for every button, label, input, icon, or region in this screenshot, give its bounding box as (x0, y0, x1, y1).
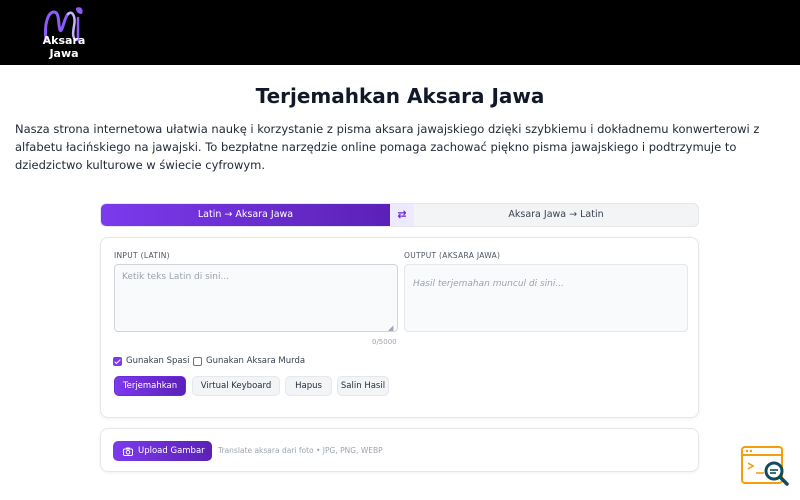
translator-card: INPUT (LATIN) OUTPUT (AKSARA JAWA) Ketik… (100, 237, 699, 418)
site-logo[interactable]: Aksara Jawa (28, 4, 100, 62)
checkbox-checked-icon[interactable] (113, 356, 122, 366)
clear-button[interactable]: Hapus (285, 376, 332, 396)
copy-result-button[interactable]: Salin Hasil (337, 376, 389, 396)
translate-button[interactable]: Terjemahkan (114, 376, 186, 396)
top-bar: Aksara Jawa (0, 0, 800, 65)
mode-switch: Latin → Aksara Jawa ⇄ Aksara Jawa → Lati… (100, 203, 699, 227)
upload-image-label: Upload Gambar (138, 446, 205, 456)
upload-card: Upload Gambar Translate aksara dari foto… (100, 428, 699, 472)
swap-arrows-icon[interactable]: ⇄ (390, 204, 414, 226)
aksara-output: Hasil terjemahan muncul di sini... (404, 264, 688, 332)
character-counter: 0/5000 (372, 338, 397, 346)
search-widget-icon[interactable] (740, 445, 792, 489)
page-title: Terjemahkan Aksara Jawa (255, 84, 545, 108)
virtual-keyboard-button[interactable]: Virtual Keyboard (192, 376, 280, 396)
input-label: INPUT (LATIN) (114, 251, 170, 260)
latin-input[interactable]: Ketik teks Latin di sini... (114, 264, 398, 332)
option-use-spaces[interactable]: Gunakan Spasi (113, 356, 189, 366)
option-use-spaces-label: Gunakan Spasi (126, 356, 190, 366)
upload-hint: Translate aksara dari foto • JPG, PNG, W… (218, 446, 383, 455)
mode-aksara-to-latin-tab[interactable]: Aksara Jawa → Latin (414, 204, 698, 226)
option-use-murda-label: Gunakan Aksara Murda (206, 356, 306, 366)
logo-text: Aksara Jawa (42, 34, 86, 60)
resize-handle-icon[interactable]: ◢ (388, 324, 393, 332)
output-label: OUTPUT (AKSARA JAWA) (404, 251, 501, 260)
intro-paragraph: Nasza strona internetowa ułatwia naukę i… (15, 122, 760, 172)
upload-image-button[interactable]: Upload Gambar (113, 441, 212, 461)
option-use-murda[interactable]: Gunakan Aksara Murda (193, 356, 305, 366)
camera-icon (123, 447, 133, 456)
mode-latin-to-aksara-tab[interactable]: Latin → Aksara Jawa (101, 204, 390, 226)
checkbox-unchecked-icon[interactable] (193, 356, 202, 366)
